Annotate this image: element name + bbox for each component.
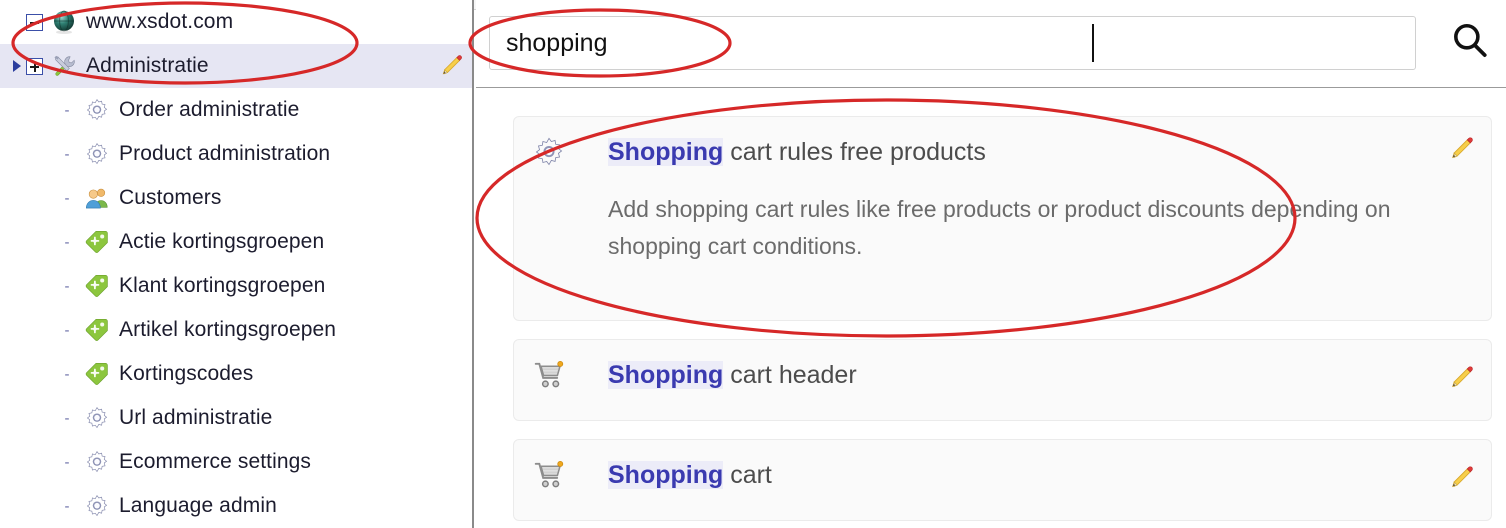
sidebar-item-administratie[interactable]: Administratie — [0, 44, 472, 88]
tree-bullet: - — [64, 453, 70, 471]
shopping-cart-icon — [532, 458, 566, 492]
search-icon — [1449, 20, 1491, 67]
users-icon — [84, 185, 110, 211]
expand-toggle[interactable] — [26, 57, 43, 75]
tools-icon — [51, 53, 77, 79]
shopping-cart-icon — [532, 358, 566, 392]
search-button[interactable] — [1439, 12, 1501, 74]
gear-icon — [84, 449, 110, 475]
tree-bullet: - — [64, 321, 70, 339]
main-panel: Shopping cart rules free products Add sho… — [476, 0, 1506, 528]
gear-icon — [84, 141, 110, 167]
search-input[interactable] — [489, 16, 1416, 70]
search-result-card[interactable]: Shopping cart header — [513, 339, 1492, 421]
result-description: Add shopping cart rules like free produc… — [608, 196, 1391, 260]
gear-icon — [84, 405, 110, 431]
gear-icon — [532, 135, 566, 169]
sidebar-item-artikel-kortingsgroepen[interactable]: - Artikel kortingsgroepen — [0, 308, 472, 352]
tree-bullet: - — [64, 409, 70, 427]
sidebar-item-kortingscodes[interactable]: - Kortingscodes — [0, 352, 472, 396]
search-bar — [476, 0, 1506, 88]
sidebar-item-customers[interactable]: - Customers — [0, 176, 472, 220]
tree-bullet: - — [64, 233, 70, 251]
result-edit-pencil-icon[interactable] — [1447, 364, 1475, 392]
sidebar-item-label: Administratie — [86, 54, 209, 77]
result-title[interactable]: Shopping cart rules free products — [608, 137, 986, 167]
result-header: Shopping cart header — [532, 358, 1431, 392]
sidebar-item-product-administration[interactable]: - Product administration — [0, 132, 472, 176]
sidebar-item-actie-kortingsgroepen[interactable]: - Actie kortingsgroepen — [0, 220, 472, 264]
tree-bullet: - — [64, 189, 70, 207]
result-header: Shopping cart — [532, 458, 1431, 492]
sidebar-item-label: Language admin — [119, 494, 277, 517]
result-edit-pencil-icon[interactable] — [1447, 464, 1475, 492]
sidebar-edit-pencil-icon[interactable] — [438, 53, 464, 79]
app-window: www.xsdot.com Administratie - Order admini… — [0, 0, 1506, 528]
search-result-card[interactable]: Shopping cart rules free products Add sho… — [513, 116, 1492, 321]
sidebar-item-label: Actie kortingsgroepen — [119, 230, 325, 253]
tree-children-container: Administratie - Order administratie - Produc… — [0, 44, 472, 528]
sidebar-item-label: Product administration — [119, 142, 331, 165]
result-header: Shopping cart rules free products — [532, 135, 1431, 169]
sidebar-item-label: Customers — [119, 186, 222, 209]
tree-bullet: - — [64, 101, 70, 119]
sidebar-item-label: Artikel kortingsgroepen — [119, 318, 337, 341]
sidebar-item-ecommerce-settings[interactable]: - Ecommerce settings — [0, 440, 472, 484]
globe-icon — [51, 9, 77, 35]
result-title-rest: cart — [723, 460, 772, 489]
text-caret — [1092, 24, 1094, 62]
tree-bullet: - — [64, 365, 70, 383]
tag-icon — [84, 229, 110, 255]
result-edit-pencil-icon[interactable] — [1447, 135, 1475, 163]
search-result-card[interactable]: Shopping cart — [513, 439, 1492, 521]
tag-icon — [84, 273, 110, 299]
result-title-rest: cart rules free products — [723, 137, 986, 166]
result-title[interactable]: Shopping cart — [608, 460, 772, 490]
expand-arrow[interactable] — [8, 60, 26, 72]
tree-root-label: www.xsdot.com — [86, 10, 234, 33]
root-collapse-toggle[interactable] — [26, 13, 43, 31]
result-title-highlight: Shopping — [608, 360, 724, 389]
tree-bullet: - — [64, 497, 70, 515]
sidebar-item-label: Ecommerce settings — [119, 450, 312, 473]
gear-icon — [84, 493, 110, 519]
tree-root-node[interactable]: www.xsdot.com — [0, 0, 472, 44]
sidebar-item-url-administratie[interactable]: - Url administratie — [0, 396, 472, 440]
result-title-highlight: Shopping — [608, 460, 724, 489]
tree-bullet: - — [64, 277, 70, 295]
sidebar-item-label: Klant kortingsgroepen — [119, 274, 326, 297]
tree-bullet: - — [64, 145, 70, 163]
gear-icon — [84, 97, 110, 123]
result-title-rest: cart header — [723, 360, 857, 389]
sidebar-item-label: Kortingscodes — [119, 362, 254, 385]
search-results-list: Shopping cart rules free products Add sho… — [476, 88, 1506, 521]
sidebar-item-language-admin[interactable]: - Language admin — [0, 484, 472, 528]
sidebar-item-order-administratie[interactable]: - Order administratie — [0, 88, 472, 132]
result-title[interactable]: Shopping cart header — [608, 360, 857, 390]
result-title-highlight: Shopping — [608, 137, 724, 166]
tag-icon — [84, 361, 110, 387]
sidebar-tree: www.xsdot.com Administratie - Order admini… — [0, 0, 474, 528]
tag-icon — [84, 317, 110, 343]
sidebar-item-label: Order administratie — [119, 98, 300, 121]
sidebar-item-label: Url administratie — [119, 406, 273, 429]
sidebar-item-klant-kortingsgroepen[interactable]: - Klant kortingsgroepen — [0, 264, 472, 308]
